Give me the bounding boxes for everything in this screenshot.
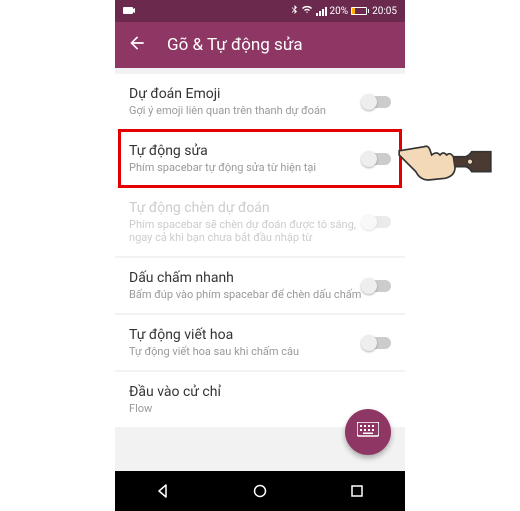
signal-icon (316, 6, 327, 16)
toggle-switch[interactable] (363, 280, 391, 292)
app-bar: Gõ & Tự động sửa (115, 22, 405, 68)
setting-title: Tự động sửa (129, 143, 363, 159)
keyboard-icon (357, 422, 379, 442)
bluetooth-icon (291, 5, 298, 18)
camera-icon (123, 5, 135, 18)
setting-row[interactable]: Dự đoán Emoji Gợi ý emoji liên quan trên … (115, 74, 405, 129)
setting-title: Tự động chèn dự đoán (129, 200, 363, 216)
setting-title: Dự đoán Emoji (129, 86, 363, 102)
pointing-hand-overlay (395, 130, 495, 192)
toggle-switch[interactable] (363, 337, 391, 349)
setting-row[interactable]: Tự động sửa Phím spacebar tự động sửa từ … (115, 131, 405, 186)
setting-subtitle: Gợi ý emoji liên quan trên thanh dự đoán (129, 104, 363, 117)
setting-subtitle: Flow (129, 402, 391, 415)
setting-title: Dấu chấm nhanh (129, 270, 363, 286)
toggle-switch (363, 216, 391, 228)
setting-title: Đầu vào cử chỉ (129, 384, 391, 400)
setting-text: Dấu chấm nhanh Bấm đúp vào phím spacebar … (129, 270, 363, 301)
back-button[interactable] (127, 33, 147, 58)
setting-subtitle: Phím spacebar tự động sửa từ hiện tại (129, 161, 363, 174)
android-nav-bar (115, 471, 405, 511)
battery-icon (351, 7, 369, 15)
nav-home-button[interactable] (251, 482, 269, 500)
setting-title: Tự động viết hoa (129, 327, 363, 343)
nav-back-button[interactable] (154, 482, 172, 500)
phone-screen: 20% 20:05 Gõ & Tự động sửa Dự đoán Emoji… (115, 0, 405, 511)
settings-list: Dự đoán Emoji Gợi ý emoji liên quan trên … (115, 68, 405, 427)
setting-row[interactable]: Tự động viết hoa Tự động viết hoa sau khi… (115, 315, 405, 370)
status-time: 20:05 (372, 6, 397, 17)
setting-row[interactable]: Dấu chấm nhanh Bấm đúp vào phím spacebar … (115, 258, 405, 313)
page-title: Gõ & Tự động sửa (167, 35, 303, 55)
toggle-switch[interactable] (363, 153, 391, 165)
setting-text: Dự đoán Emoji Gợi ý emoji liên quan trên … (129, 86, 363, 117)
battery-percent: 20% (330, 6, 349, 17)
status-bar: 20% 20:05 (115, 0, 405, 22)
toggle-switch[interactable] (363, 96, 391, 108)
setting-text: Đầu vào cử chỉ Flow (129, 384, 391, 415)
setting-row: Tự động chèn dự đoán Phím spacebar sẽ chè… (115, 188, 405, 256)
setting-subtitle: Tự động viết hoa sau khi chấm câu (129, 345, 363, 358)
setting-subtitle: Bấm đúp vào phím spacebar để chèn dấu ch… (129, 288, 363, 301)
wifi-icon (301, 5, 313, 17)
keyboard-fab[interactable] (345, 409, 391, 455)
setting-subtitle: Phím spacebar sẽ chèn dự đoán được tô sá… (129, 218, 363, 244)
setting-text: Tự động chèn dự đoán Phím spacebar sẽ chè… (129, 200, 363, 244)
setting-text: Tự động sửa Phím spacebar tự động sửa từ … (129, 143, 363, 174)
nav-recent-button[interactable] (348, 482, 366, 500)
setting-text: Tự động viết hoa Tự động viết hoa sau khi… (129, 327, 363, 358)
